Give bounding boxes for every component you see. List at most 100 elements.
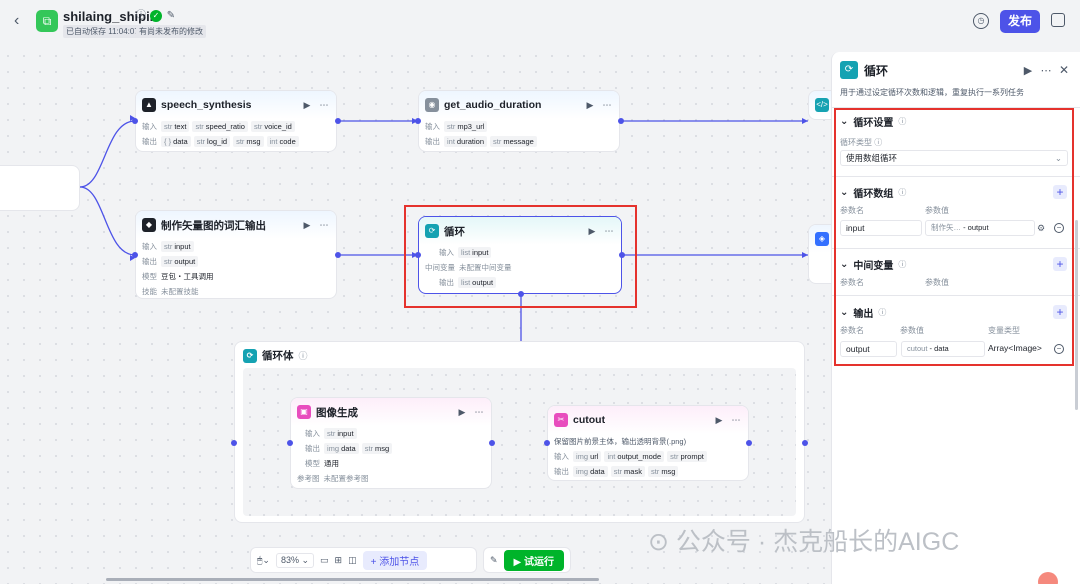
array-param-value-input[interactable]: 制作矢… - output bbox=[925, 220, 1035, 236]
divider bbox=[832, 107, 1080, 108]
node-loop[interactable]: ⟳ 循环 ▶ ⋯ 输入 list input 中间变量 未配置中间变量 输出 list o… bbox=[418, 216, 622, 294]
input-pills: str text str speed_ratio str voice_id bbox=[161, 121, 295, 132]
remove-array-button[interactable]: − bbox=[1054, 223, 1064, 233]
section-output[interactable]: ⌄ 输出 ⓘ bbox=[840, 305, 886, 320]
loop-type-select[interactable]: 使用数组循环 ⌄ bbox=[840, 150, 1068, 166]
info-icon[interactable]: ⓘ bbox=[898, 187, 906, 198]
more-icon[interactable]: ⋯ bbox=[1040, 64, 1052, 77]
remove-output-button[interactable]: − bbox=[1054, 344, 1064, 354]
more-icon[interactable]: ⋯ bbox=[603, 226, 615, 237]
section-title: 循环设置 bbox=[853, 118, 894, 129]
more-icon[interactable]: ⋯ bbox=[318, 220, 330, 231]
node-title: get_audio_duration bbox=[444, 99, 542, 111]
more-icon[interactable]: ⋯ bbox=[601, 100, 613, 111]
run-node-icon[interactable]: ▶ bbox=[301, 220, 313, 231]
section-middle-var[interactable]: ⌄ 中间变量 ⓘ bbox=[840, 257, 906, 272]
node-vector-words[interactable]: ◆ 制作矢量图的词汇输出 ▶ ⋯ 输入 str input 输出 str output … bbox=[135, 210, 337, 299]
info-icon[interactable]: ⓘ bbox=[898, 259, 906, 270]
section-loop-settings[interactable]: ⌄ 循环设置 ⓘ bbox=[840, 114, 906, 129]
zoom-select[interactable]: 83% ⌄ bbox=[275, 552, 315, 568]
canvas-scrollbar[interactable] bbox=[106, 578, 599, 581]
debug-icon[interactable]: ✎ bbox=[490, 555, 498, 566]
section-title: 循环数组 bbox=[853, 189, 894, 200]
port-dot[interactable] bbox=[231, 440, 237, 446]
info-icon[interactable]: ⓘ bbox=[898, 116, 906, 127]
more-icon[interactable]: ⋯ bbox=[730, 415, 742, 426]
node-image-generation[interactable]: ▣ 图像生成 ▶ ⋯ 输入 str input 输出 img data str msg 模型… bbox=[290, 397, 492, 489]
comment-icon[interactable]: ▭ bbox=[320, 555, 329, 566]
port-dot[interactable] bbox=[335, 252, 341, 258]
title-icons: ⓘ ✓ ✎ bbox=[135, 10, 177, 22]
panel-scrollbar[interactable] bbox=[1075, 220, 1078, 410]
port-dot[interactable] bbox=[335, 118, 341, 124]
run-controls: ✎ ▶ 试运行 bbox=[483, 547, 572, 573]
add-array-button[interactable]: + bbox=[1053, 185, 1067, 199]
var-pill: str mask bbox=[610, 466, 645, 477]
port-dot[interactable] bbox=[489, 440, 495, 446]
output-name-input[interactable]: output bbox=[840, 341, 897, 357]
info-icon[interactable]: ⓘ bbox=[299, 349, 308, 362]
start-node[interactable] bbox=[0, 165, 80, 211]
audio-plugin-icon: ◉ bbox=[425, 98, 439, 112]
edit-icon[interactable]: ✎ bbox=[165, 10, 177, 22]
info-icon[interactable]: ⓘ bbox=[878, 307, 886, 318]
port-dot[interactable] bbox=[618, 118, 624, 124]
info-icon[interactable]: ⓘ bbox=[874, 138, 882, 147]
output-label: 输出 bbox=[142, 257, 157, 266]
history-icon[interactable]: ◷ bbox=[973, 13, 989, 29]
loop-type-value: 使用数组循环 bbox=[846, 153, 898, 163]
section-loop-array[interactable]: ⌄ 循环数组 ⓘ bbox=[840, 185, 906, 200]
add-node-button[interactable]: + 添加节点 bbox=[362, 550, 428, 570]
var-type-label: 变量类型 bbox=[988, 326, 1020, 335]
port-dot[interactable] bbox=[287, 440, 293, 446]
run-node-icon[interactable]: ▶ bbox=[586, 226, 598, 237]
edge-start-speech bbox=[79, 120, 136, 188]
image-icon: ▣ bbox=[297, 405, 311, 419]
port-dot[interactable] bbox=[132, 252, 138, 258]
output-type[interactable]: Array<Image> bbox=[988, 341, 1049, 357]
port-dot[interactable] bbox=[415, 252, 421, 258]
node-get-audio-duration[interactable]: ◉ get_audio_duration ▶ ⋯ 输入 str mp3_url 输出… bbox=[418, 90, 620, 152]
output-value-input[interactable]: cutout - data bbox=[901, 341, 985, 357]
model-value: 通用 bbox=[324, 459, 339, 468]
add-var-button[interactable]: + bbox=[1053, 257, 1067, 271]
var-pill: str msg bbox=[647, 466, 679, 477]
port-dot[interactable] bbox=[802, 440, 808, 446]
array-param-name-input[interactable]: input bbox=[840, 220, 922, 236]
minimap-icon[interactable]: ◫ bbox=[348, 555, 357, 566]
var-pill: str voice_id bbox=[250, 121, 295, 132]
run-node-icon[interactable]: ▶ bbox=[301, 100, 313, 111]
var-pill: img url bbox=[573, 451, 602, 462]
run-node-icon[interactable]: ▶ bbox=[584, 100, 596, 111]
info-icon[interactable]: ⓘ bbox=[135, 10, 147, 22]
output-pills: int duration str message bbox=[444, 136, 537, 147]
port-dot[interactable] bbox=[415, 118, 421, 124]
plugin-icon: ◈ bbox=[815, 232, 829, 246]
layout-icon[interactable]: ⊞ bbox=[335, 555, 343, 566]
port-dot[interactable] bbox=[518, 291, 524, 297]
back-icon[interactable]: ‹ bbox=[14, 12, 19, 30]
settings-icon[interactable]: ⚙ bbox=[1037, 223, 1045, 234]
copy-icon[interactable] bbox=[1051, 13, 1065, 27]
node-cutout[interactable]: ✂ cutout ▶ ⋯ 保留图片前景主体，输出透明背景(.png) 输入 img… bbox=[547, 405, 749, 481]
test-run-button[interactable]: ▶ 试运行 bbox=[503, 549, 565, 571]
mouse-mode-icon[interactable]: 🖱⌄ bbox=[257, 555, 270, 566]
port-dot[interactable] bbox=[544, 440, 550, 446]
port-dot[interactable] bbox=[619, 252, 625, 258]
watermark-text: 公众号 · 杰克船长的AIGC bbox=[675, 528, 960, 556]
panel-description: 用于通过设定循环次数和逻辑，重复执行一系列任务 bbox=[840, 88, 1024, 97]
run-node-icon[interactable]: ▶ bbox=[456, 407, 468, 418]
more-icon[interactable]: ⋯ bbox=[318, 100, 330, 111]
add-output-button[interactable]: + bbox=[1053, 305, 1067, 319]
run-node-icon[interactable]: ▶ bbox=[713, 415, 725, 426]
section-title: 输出 bbox=[853, 309, 874, 320]
run-node-icon[interactable]: ▶ bbox=[1022, 64, 1034, 77]
add-node-label: 添加节点 bbox=[379, 556, 420, 568]
node-speech-synthesis[interactable]: ▲ speech_synthesis ▶ ⋯ 输入 str text str speed… bbox=[135, 90, 337, 152]
close-icon[interactable]: ✕ bbox=[1058, 63, 1070, 77]
port-dot[interactable] bbox=[746, 440, 752, 446]
publish-button[interactable]: 发布 bbox=[1000, 10, 1040, 33]
more-icon[interactable]: ⋯ bbox=[473, 407, 485, 418]
port-dot[interactable] bbox=[132, 118, 138, 124]
loop-body-icon: ⟳ bbox=[243, 348, 257, 363]
